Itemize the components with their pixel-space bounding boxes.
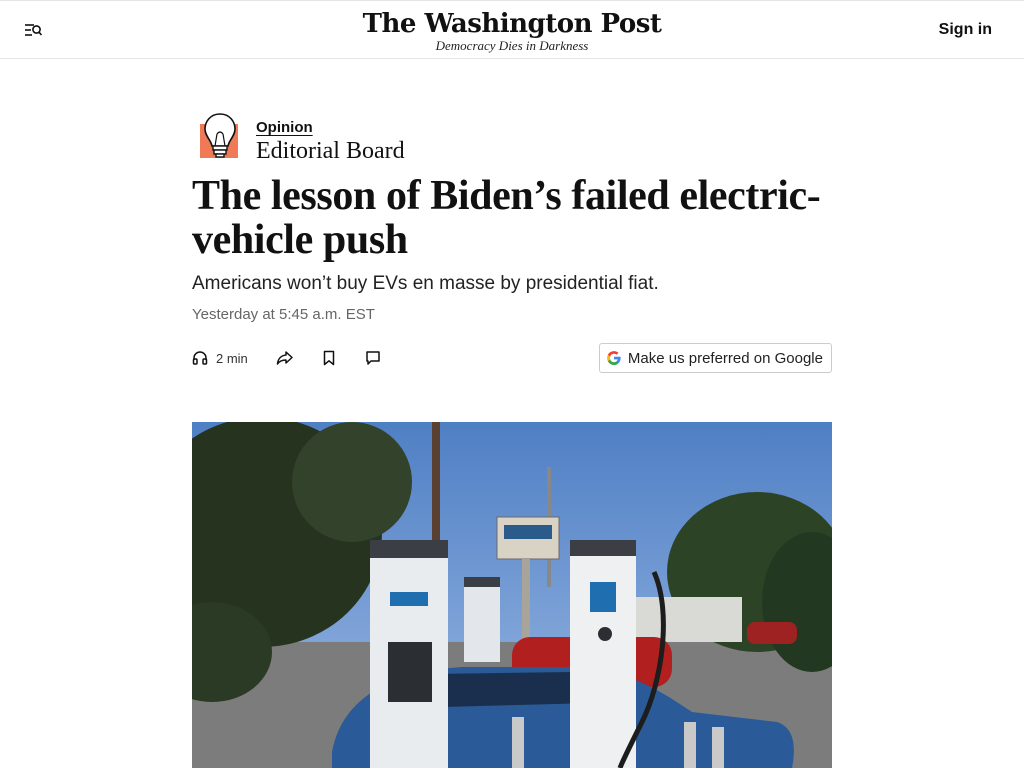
top-navigation-bar: The Washington Post Democracy Dies in Da… [0,0,1024,59]
comments-button[interactable] [365,346,381,370]
comment-icon [365,350,381,366]
masthead[interactable]: The Washington Post Democracy Dies in Da… [0,9,1024,53]
share-button[interactable] [276,346,294,370]
listen-button[interactable]: 2 min [192,346,248,370]
google-g-icon [606,350,622,366]
headphones-icon [192,350,208,366]
article-actions-bar: 2 min Make us preferred on Google [192,343,832,376]
author-link[interactable]: Editorial Board [256,138,405,165]
publish-timestamp: Yesterday at 5:45 a.m. EST [192,306,375,323]
lightbulb-icon [200,112,240,160]
electric-vehicle-charging-stations-image [192,422,832,768]
site-logo[interactable]: The Washington Post [0,9,1024,39]
sign-in-button[interactable]: Sign in [939,21,992,39]
listen-duration-label: 2 min [216,350,248,366]
bookmark-icon [322,350,336,366]
save-button[interactable] [322,346,336,370]
site-tagline: Democracy Dies in Darkness [435,38,589,53]
share-icon [276,350,294,366]
google-preferred-button[interactable]: Make us preferred on Google [598,343,832,373]
google-preferred-label: Make us preferred on Google [627,349,823,367]
article: Opinion Editorial Board The lesson of Bi… [192,110,832,768]
byline-row: Opinion Editorial Board [192,110,832,166]
section-link-opinion[interactable]: Opinion [256,119,313,136]
article-subheadline: Americans won’t buy EVs en masse by pres… [192,273,659,294]
article-headline: The lesson of Biden’s failed electric-ve… [192,173,821,263]
